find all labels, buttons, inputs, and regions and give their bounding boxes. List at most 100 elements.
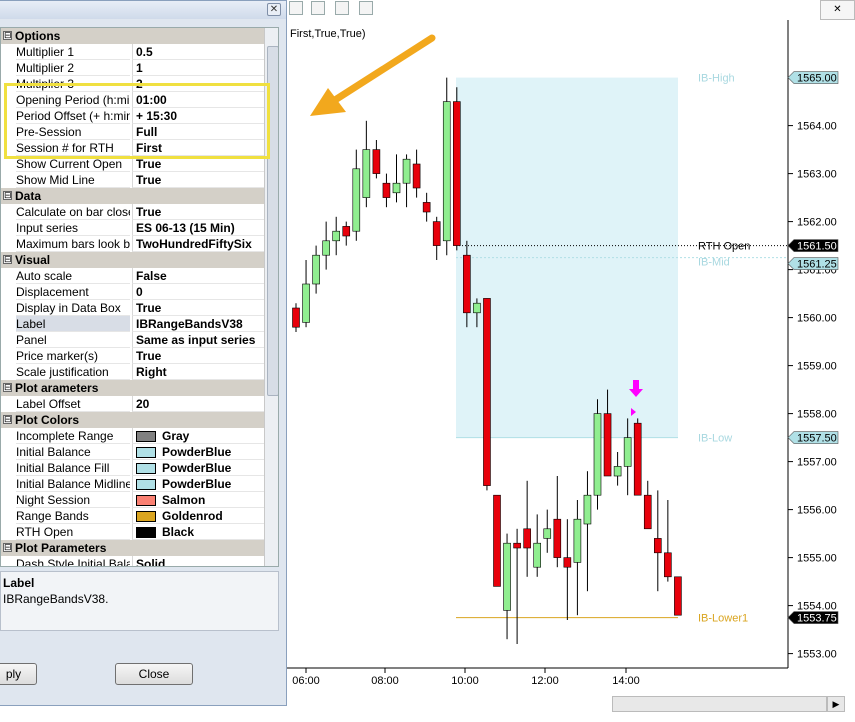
window-close-icon[interactable]: ✕	[820, 0, 855, 20]
candle-body[interactable]	[473, 302, 481, 314]
property-row[interactable]: Initial Balance Midline PowderBlue	[1, 476, 264, 492]
property-row[interactable]: Initial Balance PowderBlue	[1, 444, 264, 460]
property-value[interactable]: TwoHundredFiftySix	[132, 236, 264, 252]
candle-body[interactable]	[653, 538, 662, 554]
property-value[interactable]: Solid	[132, 556, 264, 566]
line-chart-icon[interactable]	[335, 1, 349, 15]
property-row[interactable]: Panel Same as input series	[1, 332, 264, 348]
property-value[interactable]: Salmon	[132, 492, 264, 508]
candle-body[interactable]	[643, 494, 652, 530]
property-value[interactable]: False	[132, 268, 264, 284]
candle-body[interactable]	[372, 149, 381, 174]
candle-body[interactable]	[452, 101, 461, 246]
scroll-right-icon[interactable]: ▶	[827, 696, 845, 712]
candle-body[interactable]	[422, 202, 431, 213]
property-row[interactable]: Incomplete Range Gray	[1, 428, 264, 444]
candle-body[interactable]	[463, 254, 471, 314]
candle-body[interactable]	[553, 518, 562, 558]
property-row[interactable]: Price marker(s) True	[1, 348, 264, 364]
candle-body[interactable]	[352, 168, 361, 232]
property-value[interactable]: IBRangeBandsV38	[132, 316, 264, 332]
candle-body[interactable]	[342, 226, 351, 237]
property-value[interactable]: 20	[132, 396, 264, 412]
apply-button[interactable]: ply	[0, 663, 37, 685]
candle-body[interactable]	[493, 494, 501, 587]
property-row[interactable]: Range Bands Goldenrod	[1, 508, 264, 524]
candle-body[interactable]	[664, 552, 672, 578]
candle-body[interactable]	[442, 101, 451, 242]
candle-body[interactable]	[483, 298, 491, 486]
candle-body[interactable]	[623, 437, 632, 467]
horizontal-scrollbar[interactable]	[612, 696, 827, 712]
candle-body[interactable]	[412, 163, 421, 189]
candle-body[interactable]	[312, 254, 320, 285]
property-row[interactable]: Multiplier 21	[1, 60, 264, 76]
candlestick-icon[interactable]	[311, 1, 325, 15]
candle-body[interactable]	[533, 542, 542, 568]
property-value[interactable]: Black	[132, 524, 264, 540]
property-value[interactable]: Right	[132, 364, 264, 380]
property-value[interactable]: Goldenrod	[132, 508, 264, 524]
close-icon[interactable]: ✕	[267, 3, 281, 16]
collapse-toggle-icon[interactable]: ⊟	[3, 191, 12, 200]
close-button[interactable]: Close	[115, 663, 193, 685]
property-value[interactable]: 0.5	[132, 44, 264, 60]
property-value[interactable]: True	[132, 172, 264, 188]
property-value[interactable]: 0	[132, 284, 264, 300]
candle-body[interactable]	[603, 413, 612, 477]
candle-body[interactable]	[563, 557, 572, 568]
candle-body[interactable]	[523, 528, 531, 549]
property-row[interactable]: Initial Balance Fill PowderBlue	[1, 460, 264, 476]
candle-body[interactable]	[674, 576, 682, 616]
candle-body[interactable]	[362, 149, 371, 198]
candle-body[interactable]	[613, 466, 622, 477]
property-row[interactable]: Show Mid Line True	[1, 172, 264, 188]
property-row[interactable]: Auto scale False	[1, 268, 264, 284]
property-row[interactable]: Multiplier 1 0.5	[1, 44, 264, 60]
collapse-toggle-icon[interactable]: ⊟	[3, 255, 12, 264]
category-plot-parameters[interactable]: ⊟ Plot Parameters	[1, 540, 264, 556]
property-row[interactable]: Input series ES 06-13 (15 Min)	[1, 220, 264, 236]
property-value[interactable]: PowderBlue	[132, 476, 264, 492]
collapse-toggle-icon[interactable]: ⊟	[3, 383, 12, 392]
candle-body[interactable]	[543, 528, 552, 539]
category-visual[interactable]: ⊟ Visual	[1, 252, 264, 268]
candle-body[interactable]	[392, 182, 401, 194]
collapse-toggle-icon[interactable]: ⊟	[3, 31, 12, 40]
category-plot-arameters[interactable]: ⊟ Plot arameters	[1, 380, 264, 396]
candle-body[interactable]	[402, 158, 411, 184]
candle-body[interactable]	[382, 182, 391, 198]
property-row[interactable]: Display in Data Box True	[1, 300, 264, 316]
candle-body[interactable]	[593, 413, 602, 496]
candle-body[interactable]	[513, 542, 521, 549]
property-row[interactable]: Label Offset 20	[1, 396, 264, 412]
property-row[interactable]: RTH Open Black	[1, 524, 264, 540]
property-row[interactable]: Maximum bars look backTwoHundredFiftySix	[1, 236, 264, 252]
property-value[interactable]: Same as input series	[132, 332, 264, 348]
candle-body[interactable]	[573, 518, 582, 563]
candle-body[interactable]	[292, 307, 300, 328]
property-value[interactable]: 1	[132, 60, 264, 76]
property-row[interactable]: Label IBRangeBandsV38	[1, 316, 264, 332]
property-row[interactable]: Calculate on bar close True	[1, 204, 264, 220]
candle-body[interactable]	[583, 494, 592, 525]
property-row[interactable]: Scale justification Right	[1, 364, 264, 380]
category-data[interactable]: ⊟ Data	[1, 188, 264, 204]
category-options[interactable]: ⊟ Options	[1, 28, 264, 44]
candle-body[interactable]	[332, 230, 341, 242]
candle-body[interactable]	[503, 542, 511, 611]
property-row[interactable]: Dash Style Initial BalanceSolid	[1, 556, 264, 566]
collapse-toggle-icon[interactable]: ⊟	[3, 415, 12, 424]
property-row[interactable]: Night Session Salmon	[1, 492, 264, 508]
bar-chart-icon[interactable]	[289, 1, 303, 15]
property-value[interactable]: ES 06-13 (15 Min)	[132, 220, 264, 236]
property-row[interactable]: Displacement 0	[1, 284, 264, 300]
candle-body[interactable]	[302, 283, 310, 323]
property-value[interactable]: PowderBlue	[132, 460, 264, 476]
property-value[interactable]: Gray	[132, 428, 264, 444]
candle-body[interactable]	[432, 221, 441, 246]
property-value[interactable]: True	[132, 300, 264, 316]
candle-body[interactable]	[633, 422, 642, 496]
indicator-icon[interactable]	[359, 1, 373, 15]
property-value[interactable]: True	[132, 204, 264, 220]
